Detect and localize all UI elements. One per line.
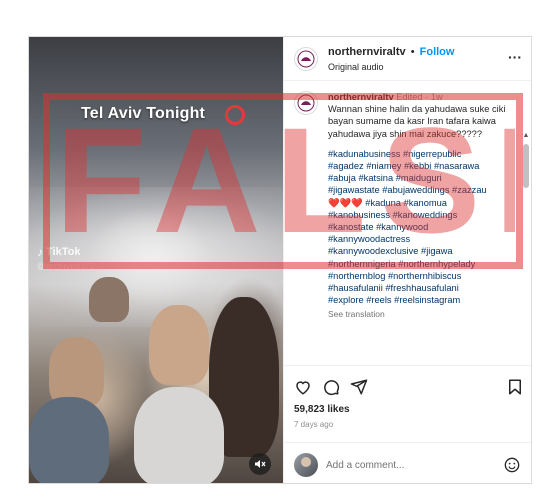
hashtag-line[interactable]: #kanobusiness #kanoweddings [328,209,518,221]
crowd-figure [149,305,209,385]
tiktok-brand: TikTok [46,246,81,258]
separator-dot: • [410,46,415,58]
hashtag-line[interactable]: #hausafulanii #freshhausafulani [328,282,518,294]
avatar [294,453,318,477]
emoji-button[interactable] [502,455,522,475]
crowd-figure [29,397,109,483]
comment-input[interactable] [326,456,486,474]
logo-icon [297,50,315,68]
see-translation-link[interactable]: See translation [328,308,518,320]
crowd-figure [89,277,129,322]
scroll-thumb[interactable] [523,144,529,188]
emoji-icon [504,457,520,473]
scroll-up-arrow-icon[interactable]: ▲ [522,132,530,140]
instagram-post: Tel Aviv Tonight ♪ TikTok @archived372 n… [28,36,532,484]
caption: northernviraltv Edited · 1w Wannan shine… [328,91,518,321]
tiktok-username: @archived372 [37,261,96,271]
caption-username[interactable]: northernviraltv [328,92,394,102]
audio-link[interactable]: Original audio [328,62,384,72]
follow-button[interactable]: Follow [420,46,455,58]
hashtag-list: #kadunabusiness #nigerrepublic #agadez #… [328,148,518,307]
hashtag-line[interactable]: #agadez #niamey #kebbi #nasarawa [328,160,518,172]
comment-icon [324,380,340,396]
like-button[interactable] [292,376,314,398]
hashtag-line[interactable]: ❤️❤️❤️ #kaduna #kanomua [328,197,518,209]
hashtag-line[interactable]: #northernnigeria #northernhypelady [328,258,518,270]
comment-button[interactable] [320,376,342,398]
save-button[interactable] [504,376,526,398]
hashtag-line[interactable]: #kannywoodexclusive #jigawa [328,245,518,257]
hashtag-line[interactable]: #explore #reels #reelsinstagram [328,294,518,306]
post-side-panel: northernviraltv • Follow Original audio … [283,37,531,483]
record-circle-icon [225,105,245,125]
speaker-muted-icon [255,460,266,468]
share-icon [350,379,368,395]
more-options-button[interactable]: ··· [508,49,522,65]
hashtag-line[interactable]: #jigawastate #abujaweddings #zazzau [328,184,518,196]
like-count[interactable]: 59,823 likes [294,404,350,415]
caption-meta: Edited · 1w [396,92,443,102]
crowd-figure [134,387,224,483]
hashtag-line[interactable]: #kannywoodactress [328,233,518,245]
username-link[interactable]: northernviraltv [328,46,406,58]
caption-scroll-area[interactable]: northernviraltv Edited · 1w Wannan shine… [284,82,531,365]
post-actions: 59,823 likes 7 days ago [284,365,531,435]
post-header: northernviraltv • Follow Original audio … [284,37,531,81]
comment-bar [284,442,531,483]
tiktok-logo-icon: ♪ [37,245,43,259]
caption-scrollbar[interactable]: ▲ ▼ [521,132,531,365]
video-overlay-title: Tel Aviv Tonight [81,105,206,122]
mute-button[interactable] [249,453,271,475]
hashtag-line[interactable]: #northernblog #northernhibiscus [328,270,518,282]
bookmark-icon [509,379,521,395]
avatar[interactable] [294,47,318,71]
tiktok-watermark: ♪ TikTok [37,245,80,259]
post-video[interactable]: Tel Aviv Tonight ♪ TikTok @archived372 [29,37,283,483]
hashtag-line[interactable]: #kanostate #kannywood [328,221,518,233]
logo-icon [297,94,315,112]
hashtag-line[interactable]: #abuja #katsina #maiduguri [328,172,518,184]
avatar[interactable] [294,91,318,115]
heart-icon [296,381,310,395]
caption-text: Wannan shine halin da yahudawa suke ciki… [328,104,506,139]
post-timestamp[interactable]: 7 days ago [294,420,333,429]
share-button[interactable] [348,376,370,398]
post-author: northernviraltv • Follow [328,46,454,58]
hashtag-line[interactable]: #kadunabusiness #nigerrepublic [328,148,518,160]
